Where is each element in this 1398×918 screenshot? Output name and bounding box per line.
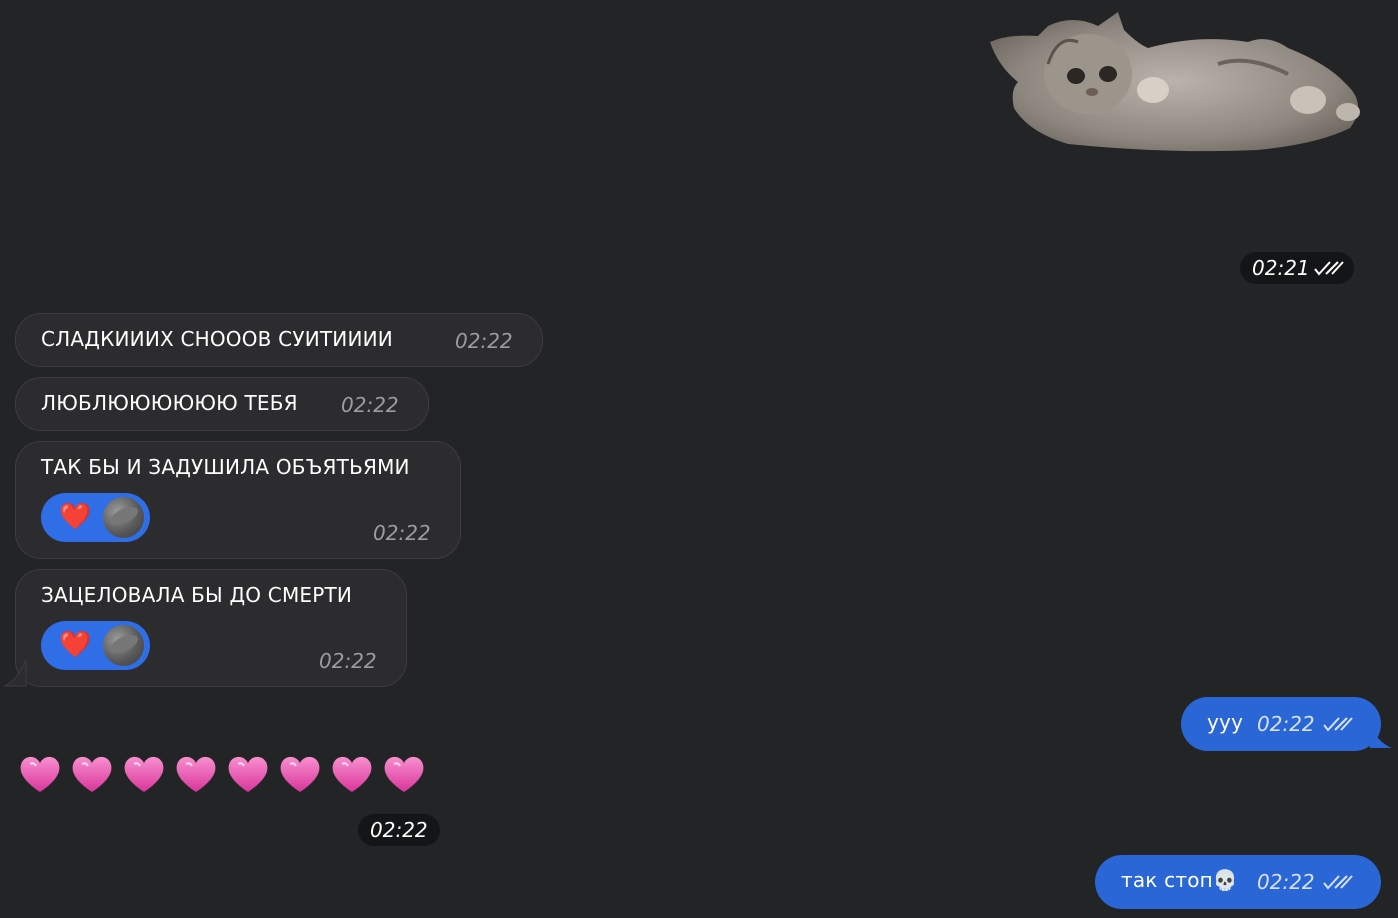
kitten-sticker[interactable] [988, 4, 1372, 154]
incoming-message[interactable]: ТАК БЫ И ЗАДУШИЛА ОБЪЯТЬЯМИ ❤️ 02:22 [15, 441, 461, 559]
avatar [103, 625, 144, 666]
bubble-tail-icon [1370, 722, 1392, 748]
message-text: ЛЮБЛЮЮЮЮЮЮ ТЕБЯ [41, 391, 298, 415]
pink-heart-icon [226, 752, 270, 796]
message-time: 02:22 [455, 329, 513, 353]
message-text: так стоп💀 [1121, 868, 1239, 892]
incoming-message[interactable]: СЛАДКИИИХ СНОООВ СУИТИИИИ 02:22 [15, 313, 543, 367]
reaction-badge[interactable]: ❤️ [41, 621, 150, 670]
avatar [103, 497, 144, 538]
reaction-badge[interactable]: ❤️ [41, 493, 150, 542]
double-check-icon [1323, 875, 1353, 890]
heart-reaction-icon: ❤️ [59, 630, 92, 660]
message-text: ууу [1207, 710, 1244, 734]
pink-heart-icon [70, 752, 114, 796]
pink-heart-icon [330, 752, 374, 796]
hearts-time-pill: 02:22 [358, 814, 440, 846]
message-text: ЗАЦЕЛОВАЛА БЫ ДО СМЕРТИ [41, 583, 353, 607]
incoming-message[interactable]: ЗАЦЕЛОВАЛА БЫ ДО СМЕРТИ ❤️ 02:22 [15, 569, 407, 687]
double-check-icon [1323, 717, 1353, 732]
message-text: СЛАДКИИИХ СНОООВ СУИТИИИИ [41, 327, 393, 351]
heart-reaction-icon: ❤️ [59, 502, 92, 532]
message-time: 02:22 [341, 393, 399, 417]
pink-heart-icon [278, 752, 322, 796]
outgoing-message[interactable]: ууу 02:22 [1181, 697, 1381, 751]
sticker-time-pill: 02:21 [1240, 252, 1354, 284]
pink-heart-icon [122, 752, 166, 796]
outgoing-message[interactable]: так стоп💀 02:22 [1095, 855, 1381, 909]
message-time: 02:22 [1257, 712, 1315, 736]
bubble-tail-icon [4, 660, 27, 687]
message-time: 02:21 [1252, 256, 1310, 280]
message-time: 02:22 [319, 649, 377, 673]
message-time: 02:22 [1257, 870, 1315, 894]
pink-heart-icon [174, 752, 218, 796]
message-time: 02:22 [373, 521, 431, 545]
hearts-message[interactable] [18, 752, 426, 796]
pink-heart-icon [382, 752, 426, 796]
chat-area: 02:21 СЛАДКИИИХ СНОООВ СУИТИИИИ 02:22 ЛЮ… [0, 0, 1398, 918]
kitten-sticker-icon [990, 12, 1360, 152]
message-text: ТАК БЫ И ЗАДУШИЛА ОБЪЯТЬЯМИ [41, 455, 410, 479]
pink-heart-icon [18, 752, 62, 796]
incoming-message[interactable]: ЛЮБЛЮЮЮЮЮЮ ТЕБЯ 02:22 [15, 377, 429, 431]
double-check-icon [1314, 261, 1344, 276]
message-time: 02:22 [370, 818, 428, 842]
